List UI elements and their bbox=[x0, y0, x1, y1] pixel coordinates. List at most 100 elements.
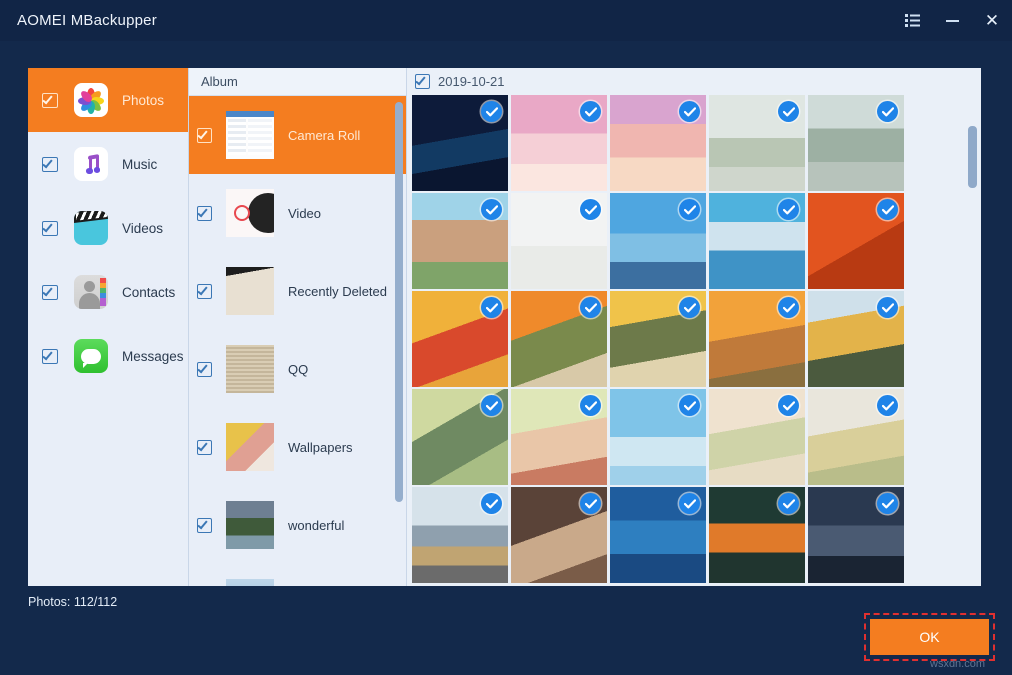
photo-selected-check-icon[interactable] bbox=[877, 101, 898, 122]
photo-thumbnail[interactable] bbox=[412, 193, 508, 289]
photo-selected-check-icon[interactable] bbox=[481, 199, 502, 220]
album-item-camera-roll[interactable]: Camera Roll bbox=[189, 96, 406, 174]
album-checkbox[interactable] bbox=[197, 206, 212, 221]
album-item-wonderful[interactable]: wonderful bbox=[189, 486, 406, 564]
photo-selected-check-icon[interactable] bbox=[778, 199, 799, 220]
album-item-qq[interactable]: QQ bbox=[189, 330, 406, 408]
photo-grid-scrollbar[interactable] bbox=[968, 126, 977, 188]
photo-thumbnail[interactable] bbox=[511, 95, 607, 191]
photo-thumbnail[interactable] bbox=[709, 193, 805, 289]
album-item-video[interactable]: Video bbox=[189, 174, 406, 252]
photo-thumbnail[interactable] bbox=[610, 291, 706, 387]
photo-thumbnail[interactable] bbox=[808, 95, 904, 191]
photo-selected-check-icon[interactable] bbox=[580, 101, 601, 122]
videos-app-icon bbox=[74, 211, 108, 245]
album-checkbox[interactable] bbox=[197, 518, 212, 533]
photo-selected-check-icon[interactable] bbox=[679, 493, 700, 514]
photos-checkbox[interactable] bbox=[42, 93, 58, 108]
photo-thumbnail[interactable] bbox=[412, 389, 508, 485]
sidebar-item-music[interactable]: Music bbox=[28, 132, 188, 196]
photo-selected-check-icon[interactable] bbox=[778, 101, 799, 122]
photo-selected-check-icon[interactable] bbox=[679, 297, 700, 318]
album-panel: Album Camera Roll Video bbox=[188, 68, 406, 586]
photo-selected-check-icon[interactable] bbox=[877, 199, 898, 220]
menu-button[interactable] bbox=[892, 0, 932, 41]
photo-selected-check-icon[interactable] bbox=[778, 297, 799, 318]
photo-thumbnail[interactable] bbox=[808, 487, 904, 583]
sidebar-item-label: Contacts bbox=[122, 285, 175, 300]
music-app-icon bbox=[74, 147, 108, 181]
minimize-button[interactable] bbox=[932, 0, 972, 41]
photo-thumbnail[interactable] bbox=[808, 389, 904, 485]
photo-thumbnail[interactable] bbox=[511, 389, 607, 485]
sidebar-item-label: Messages bbox=[122, 349, 184, 364]
photo-thumbnail[interactable] bbox=[709, 389, 805, 485]
photo-thumbnail[interactable] bbox=[511, 487, 607, 583]
album-item-label: Wallpapers bbox=[288, 440, 353, 455]
sidebar-item-photos[interactable]: Photos bbox=[28, 68, 188, 132]
date-group-header: 2019-10-21 bbox=[407, 68, 981, 95]
photo-thumbnail[interactable] bbox=[610, 193, 706, 289]
photo-selected-check-icon[interactable] bbox=[679, 199, 700, 220]
photo-selected-check-icon[interactable] bbox=[481, 101, 502, 122]
album-thumbnail bbox=[226, 423, 274, 471]
photo-thumbnail[interactable] bbox=[412, 95, 508, 191]
photo-thumbnail[interactable] bbox=[610, 95, 706, 191]
photo-selected-check-icon[interactable] bbox=[877, 297, 898, 318]
photo-selected-check-icon[interactable] bbox=[580, 199, 601, 220]
album-thumbnail bbox=[226, 189, 274, 237]
photo-selected-check-icon[interactable] bbox=[778, 493, 799, 514]
photo-thumbnail[interactable] bbox=[511, 193, 607, 289]
album-item-recently-deleted[interactable]: Recently Deleted bbox=[189, 252, 406, 330]
photo-thumbnail[interactable] bbox=[412, 487, 508, 583]
photo-thumbnail[interactable] bbox=[511, 291, 607, 387]
photo-selected-check-icon[interactable] bbox=[877, 395, 898, 416]
sidebar-item-videos[interactable]: Videos bbox=[28, 196, 188, 260]
photo-selected-check-icon[interactable] bbox=[679, 395, 700, 416]
photo-grid-panel: 2019-10-21 bbox=[406, 68, 981, 586]
close-button[interactable]: ✕ bbox=[972, 0, 1012, 41]
album-checkbox[interactable] bbox=[197, 362, 212, 377]
photo-thumbnail[interactable] bbox=[808, 193, 904, 289]
album-item-wallpapers[interactable]: Wallpapers bbox=[189, 408, 406, 486]
photo-thumbnail[interactable] bbox=[709, 95, 805, 191]
photo-selected-check-icon[interactable] bbox=[679, 101, 700, 122]
sidebar-item-contacts[interactable]: Contacts bbox=[28, 260, 188, 324]
photo-selected-check-icon[interactable] bbox=[877, 493, 898, 514]
album-thumbnail bbox=[226, 501, 274, 549]
album-checkbox[interactable] bbox=[197, 284, 212, 299]
album-scrollbar[interactable] bbox=[395, 102, 403, 502]
album-thumbnail bbox=[226, 267, 274, 315]
photo-selected-check-icon[interactable] bbox=[580, 493, 601, 514]
photo-thumbnail[interactable] bbox=[808, 291, 904, 387]
ok-button-area: OK bbox=[864, 613, 995, 661]
minimize-icon bbox=[946, 20, 959, 22]
photo-thumbnail[interactable] bbox=[610, 487, 706, 583]
album-checkbox[interactable] bbox=[197, 440, 212, 455]
ok-button[interactable]: OK bbox=[870, 619, 989, 655]
close-icon: ✕ bbox=[985, 12, 999, 29]
app-window: AOMEI MBackupper ✕ bbox=[0, 0, 1012, 675]
photo-thumbnail[interactable] bbox=[610, 389, 706, 485]
date-group-checkbox[interactable] bbox=[415, 74, 430, 89]
photo-thumbnail[interactable] bbox=[709, 487, 805, 583]
photo-selected-check-icon[interactable] bbox=[580, 297, 601, 318]
sidebar-item-label: Videos bbox=[122, 221, 163, 236]
sidebar-item-messages[interactable]: Messages bbox=[28, 324, 188, 388]
photo-thumbnail[interactable] bbox=[412, 291, 508, 387]
music-checkbox[interactable] bbox=[42, 157, 58, 172]
album-checkbox[interactable] bbox=[197, 128, 212, 143]
videos-checkbox[interactable] bbox=[42, 221, 58, 236]
contacts-checkbox[interactable] bbox=[42, 285, 58, 300]
photo-selected-check-icon[interactable] bbox=[580, 395, 601, 416]
messages-checkbox[interactable] bbox=[42, 349, 58, 364]
app-title: AOMEI MBackupper bbox=[17, 12, 157, 29]
album-item-label: wonderful bbox=[288, 518, 344, 533]
photo-selected-check-icon[interactable] bbox=[481, 493, 502, 514]
album-thumbnail bbox=[226, 579, 274, 586]
photo-selected-check-icon[interactable] bbox=[481, 297, 502, 318]
photo-selected-check-icon[interactable] bbox=[481, 395, 502, 416]
album-item-partial[interactable] bbox=[189, 564, 406, 586]
photo-selected-check-icon[interactable] bbox=[778, 395, 799, 416]
photo-thumbnail[interactable] bbox=[709, 291, 805, 387]
